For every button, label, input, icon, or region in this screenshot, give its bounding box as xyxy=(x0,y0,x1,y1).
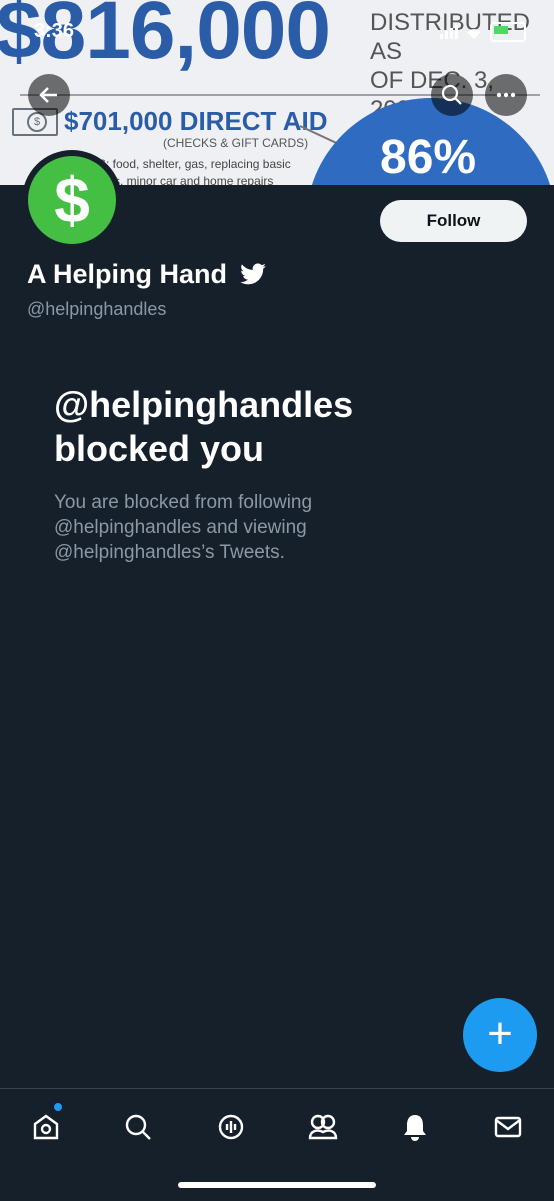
dollar-icon: $ xyxy=(28,156,116,244)
compose-tweet-button[interactable]: + xyxy=(463,998,537,1072)
profile-name: A Helping Hand xyxy=(27,259,227,289)
banner-direct-aid: $701,000 DIRECT AID xyxy=(64,106,328,136)
home-indicator xyxy=(178,1182,376,1188)
status-time: 3:36 xyxy=(34,20,75,42)
tab-messages[interactable] xyxy=(488,1107,528,1147)
more-icon xyxy=(496,92,516,98)
banner-percent: 86% xyxy=(380,131,477,184)
tab-search[interactable] xyxy=(118,1107,158,1147)
battery-icon xyxy=(490,22,526,42)
profile-name-row: A Helping Hand xyxy=(27,259,267,290)
messages-icon xyxy=(494,1116,522,1138)
arrow-left-icon xyxy=(39,87,57,103)
tab-notifications[interactable] xyxy=(395,1107,435,1147)
signal-icon xyxy=(440,25,458,39)
twitter-bird-icon xyxy=(240,262,266,284)
communities-icon xyxy=(308,1114,338,1140)
profile-handle: @helpinghandles xyxy=(27,299,167,319)
wifi-icon xyxy=(467,29,481,39)
search-icon xyxy=(125,1114,151,1140)
more-button[interactable] xyxy=(485,74,527,116)
status-icons xyxy=(440,22,526,42)
tab-communities[interactable] xyxy=(303,1107,343,1147)
follow-button[interactable]: Follow xyxy=(380,200,527,242)
avatar[interactable]: $ xyxy=(22,150,122,250)
tab-spaces[interactable] xyxy=(211,1107,251,1147)
search-icon xyxy=(441,84,462,105)
banner-aid-detail: S: food, shelter, gas, replacing basic i… xyxy=(98,157,291,185)
spaces-icon xyxy=(218,1114,244,1140)
plus-icon: + xyxy=(487,1009,513,1058)
home-icon xyxy=(33,1114,59,1140)
back-button[interactable] xyxy=(28,74,70,116)
blocked-title: @helpinghandles blocked you xyxy=(54,384,354,469)
tab-home[interactable] xyxy=(26,1103,66,1147)
notification-dot xyxy=(54,1103,62,1111)
banner-aid-sub: (CHECKS & GIFT CARDS) xyxy=(163,136,309,150)
notifications-icon xyxy=(404,1115,426,1141)
search-button[interactable] xyxy=(431,74,473,116)
blocked-description: You are blocked from following @helpingh… xyxy=(54,492,313,563)
